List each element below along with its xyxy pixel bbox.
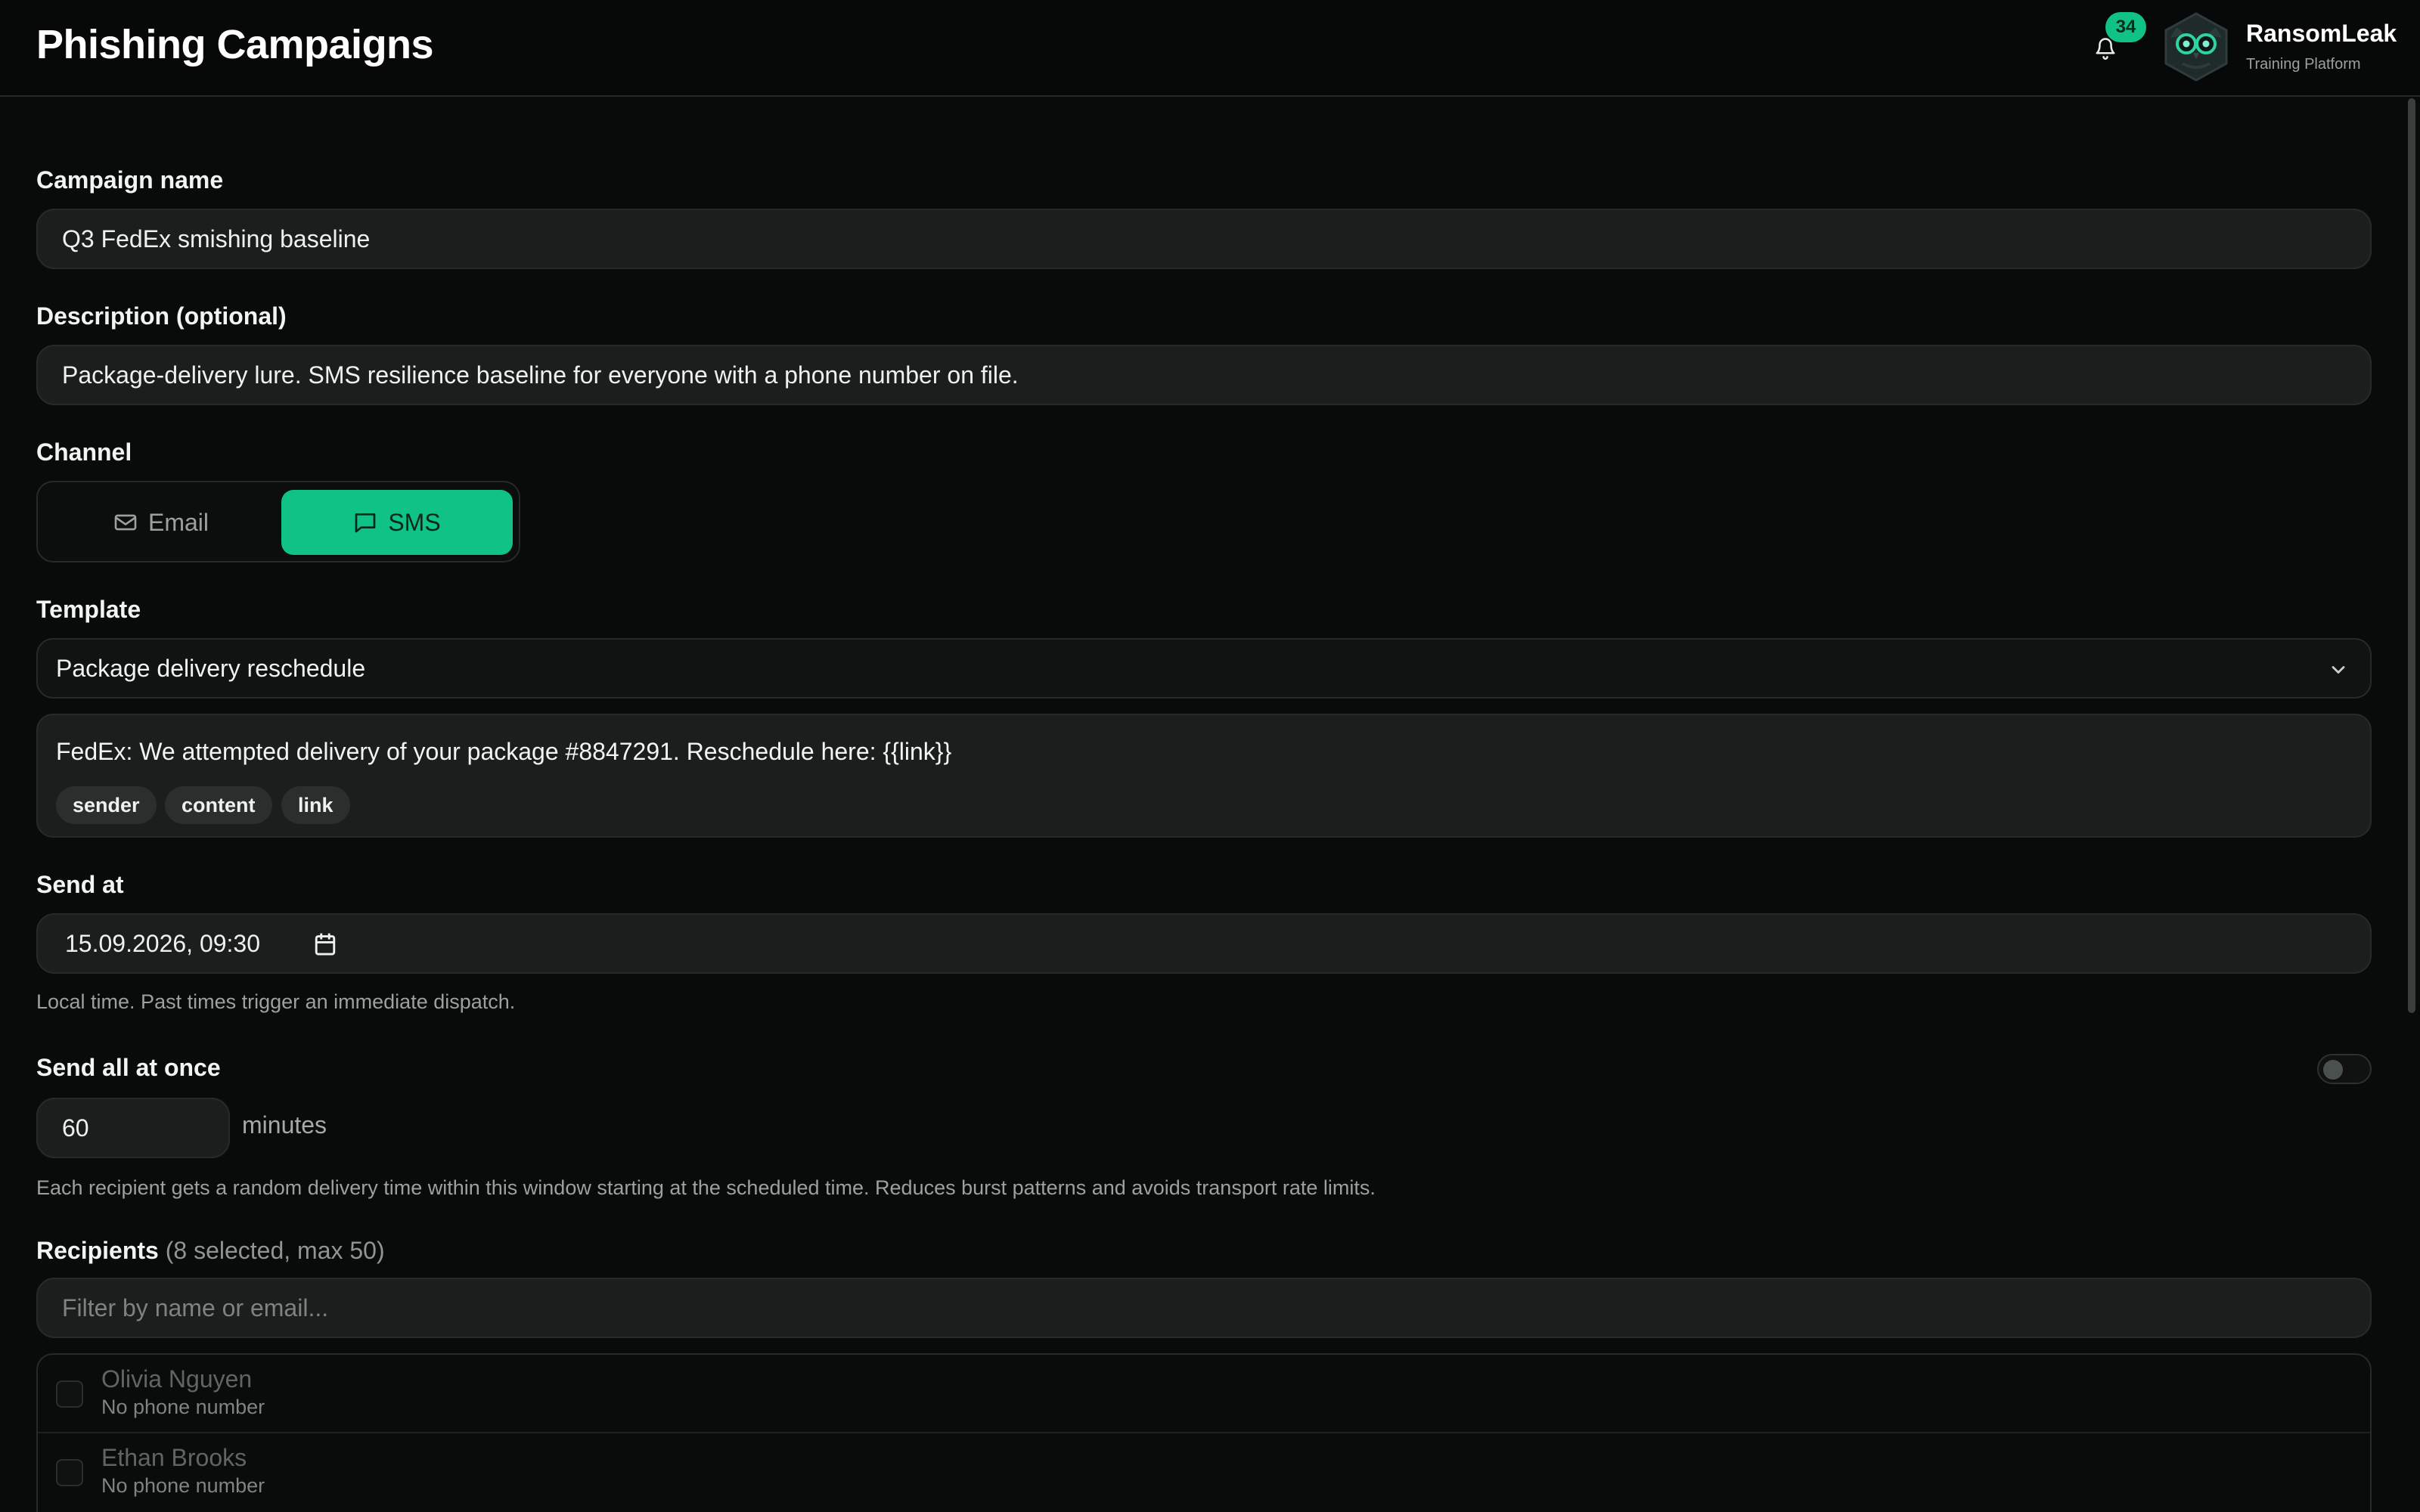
channel-toggle: Email SMS: [36, 481, 520, 562]
scrollbar[interactable]: [2408, 98, 2415, 1013]
channel-sms-label: SMS: [388, 508, 441, 536]
avatar[interactable]: [2160, 11, 2232, 83]
toggle-knob: [2323, 1060, 2343, 1080]
recipients-label: Recipients (8 selected, max 50): [36, 1237, 385, 1265]
list-item: Olivia Nguyen No phone number: [38, 1355, 2370, 1432]
recipients-filter-input[interactable]: Filter by name or email...: [36, 1278, 2372, 1338]
campaign-name-label: Campaign name: [36, 166, 224, 194]
template-tag-sender: sender: [56, 786, 157, 824]
recipients-list: Olivia Nguyen No phone number Ethan Broo…: [36, 1353, 2372, 1512]
recipient-detail: No phone number: [101, 1396, 265, 1418]
recipient-detail: No phone number: [101, 1474, 265, 1497]
campaign-name-input[interactable]: Q3 FedEx smishing baseline: [36, 209, 2372, 269]
mail-icon: [114, 514, 137, 531]
chevron-down-icon: [2332, 666, 2345, 674]
owl-logo-icon: [2164, 12, 2228, 82]
window-hint: Each recipient gets a random delivery ti…: [36, 1176, 1376, 1199]
template-label: Template: [36, 596, 141, 623]
template-tag-link: link: [281, 786, 350, 824]
recipient-name: Olivia Nguyen: [101, 1365, 253, 1393]
calendar-icon[interactable]: [313, 931, 337, 957]
send-all-at-once-label: Send all at once: [36, 1054, 221, 1081]
send-at-hint: Local time. Past times trigger an immedi…: [36, 990, 516, 1013]
description-input[interactable]: Package-delivery lure. SMS resilience ba…: [36, 345, 2372, 405]
send-at-value: 15.09.2026, 09:30: [65, 929, 261, 957]
channel-email-button[interactable]: Email: [45, 490, 277, 555]
top-bar: Phishing Campaigns 34 RansomLeak Trainin…: [0, 0, 2420, 97]
brand-subtitle: Training Platform: [2246, 56, 2361, 73]
message-icon: [355, 513, 376, 533]
template-preview-text: FedEx: We attempted delivery of your pac…: [56, 738, 952, 765]
page-title: Phishing Campaigns: [36, 22, 434, 67]
description-label: Description (optional): [36, 302, 287, 330]
notification-count-badge: 34: [2105, 12, 2146, 42]
template-select[interactable]: Package delivery reschedule: [36, 638, 2372, 699]
template-tag-content: content: [165, 786, 272, 824]
channel-email-label: Email: [147, 508, 209, 536]
app-window: Phishing Campaigns 34 RansomLeak Trainin…: [0, 0, 2420, 1512]
channel-sms-button[interactable]: SMS: [281, 490, 513, 555]
template-preview: FedEx: We attempted delivery of your pac…: [36, 714, 2372, 838]
window-minutes-input[interactable]: 60: [36, 1098, 230, 1158]
send-all-at-once-toggle[interactable]: [2317, 1054, 2372, 1084]
channel-label: Channel: [36, 438, 132, 466]
send-at-input[interactable]: 15.09.2026, 09:30: [36, 913, 2372, 974]
recipient-name: Ethan Brooks: [101, 1444, 247, 1471]
recipients-title: Recipients: [36, 1237, 159, 1264]
brand-name: RansomLeak: [2246, 20, 2397, 47]
window-unit-label: minutes: [242, 1111, 327, 1139]
template-selected-value: Package delivery reschedule: [56, 654, 366, 682]
list-item: Ethan Brooks No phone number: [38, 1432, 2370, 1509]
recipients-count: (8 selected, max 50): [165, 1237, 385, 1264]
recipient-checkbox[interactable]: [56, 1380, 83, 1408]
send-at-label: Send at: [36, 871, 124, 898]
recipient-checkbox[interactable]: [56, 1459, 83, 1486]
